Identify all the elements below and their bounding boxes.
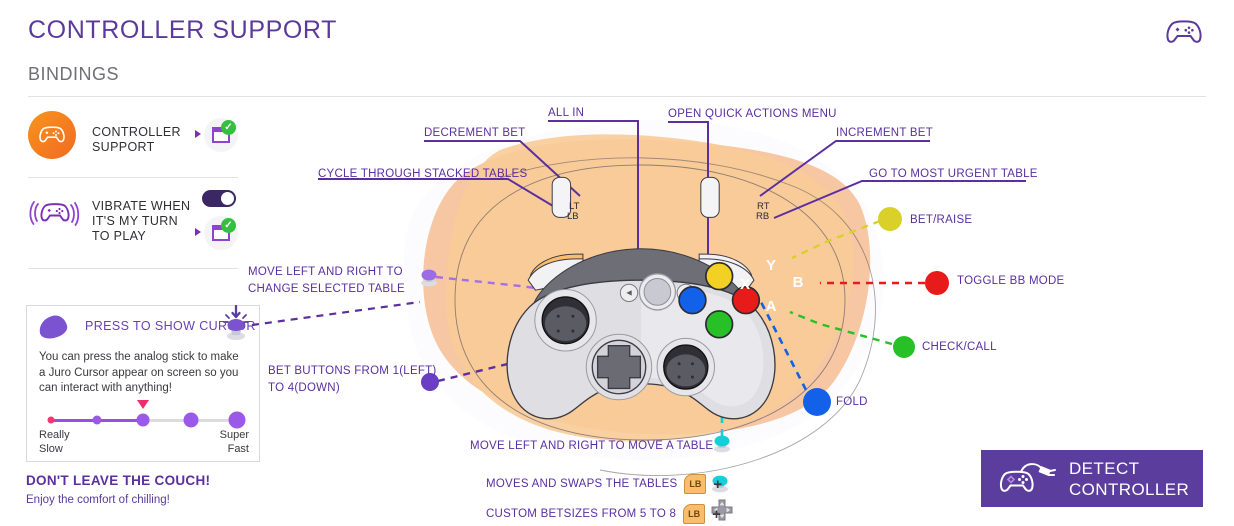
label-bet-buttons-line1: BET BUTTONS FROM 1(LEFT) (268, 365, 437, 377)
face-button-a: A (766, 298, 777, 315)
slider-dot-0[interactable] (47, 416, 55, 424)
detect-label-line1: DETECT (1069, 458, 1140, 478)
cursor-blob-icon (37, 313, 69, 341)
slider-marker-icon (137, 400, 149, 409)
gamepad-filled-icon (28, 111, 76, 159)
label-go-to-most-urgent-table: GO TO MOST URGENT TABLE (869, 168, 1038, 180)
trigger-label-rb: RB (756, 211, 769, 222)
slider-dot-2[interactable] (136, 413, 150, 427)
chevron-right-icon (195, 228, 201, 236)
label-open-quick-actions-menu: OPEN QUICK ACTIONS MENU (668, 108, 837, 120)
enabled-check-icon[interactable]: ✓ (204, 216, 238, 250)
label-toggle-bb-mode: TOGGLE BB MODE (957, 275, 1065, 287)
cursor-speed-slider[interactable] (41, 400, 247, 430)
detect-controller-button[interactable]: DETECT CONTROLLER (981, 450, 1203, 507)
slider-dot-4[interactable] (228, 411, 246, 429)
sidebar-item-label-line1: CONTROLLER (92, 125, 181, 139)
sidebar-item-label-line2: SUPPORT (92, 140, 155, 154)
slider-dot-3[interactable] (183, 412, 199, 428)
page-title: CONTROLLER SUPPORT (28, 16, 338, 44)
trigger-label-lt: LT (569, 201, 580, 212)
sidebar-item-label-line2: IT'S MY TURN (92, 214, 178, 228)
detect-label-line2: CONTROLLER (1069, 479, 1190, 499)
gamepad-icon (1164, 14, 1204, 48)
couch-subtitle: Enjoy the comfort of chilling! (26, 494, 170, 506)
gamepad-vibrate-icon (28, 192, 80, 238)
face-button-y: Y (766, 257, 776, 274)
combo-plus: + (713, 475, 723, 493)
slider-dot-1[interactable] (92, 415, 102, 425)
label-check-call: CHECK/CALL (922, 341, 997, 353)
label-all-in: ALL IN (548, 107, 585, 119)
couch-title: DON'T LEAVE THE COUCH! (26, 473, 211, 488)
sidebar-item-label-line3: TO PLAY (92, 229, 147, 243)
face-button-b: B (793, 274, 804, 291)
sidebar-item-label-line1: VIBRATE WHEN (92, 199, 191, 213)
label-moves-and-swaps-tables: MOVES AND SWAPS THE TABLES (486, 478, 678, 490)
lb-key-badge: LB (683, 504, 706, 524)
analog-stick-icon-cyan-1 (714, 435, 730, 453)
combo-row-moves-and-swaps: MOVES AND SWAPS THE TABLES LB + (486, 474, 722, 494)
sidebar-divider-2 (28, 268, 238, 269)
label-decrement-bet: DECREMENT BET (424, 127, 526, 139)
label-fold: FOLD (836, 396, 868, 408)
combo-row-custom-betsizes: CUSTOM BETSIZES FROM 5 TO 8 LB + (486, 504, 721, 524)
sidebar-item-controller-support[interactable]: CONTROLLER SUPPORT ✓ (28, 111, 238, 169)
chevron-right-icon (195, 130, 201, 138)
gamepad-plug-icon (999, 462, 1056, 492)
analog-stick-icon-purple (421, 269, 437, 287)
label-increment-bet: INCREMENT BET (836, 127, 933, 139)
label-bet-raise: BET/RAISE (910, 214, 973, 226)
enabled-check-icon[interactable]: ✓ (204, 118, 238, 152)
face-button-x: X (740, 276, 750, 293)
sidebar-item-vibrate[interactable]: VIBRATE WHEN IT'S MY TURN TO PLAY ✓ (28, 188, 238, 258)
vibrate-toggle[interactable] (202, 190, 236, 207)
slider-max-label: Super Fast (219, 429, 249, 455)
lb-key-badge: LB (684, 474, 707, 494)
label-move-left-right-change-table-line1: MOVE LEFT AND RIGHT TO (248, 266, 403, 278)
label-bet-buttons-line2: TO 4(DOWN) (268, 382, 340, 394)
analog-stick-press-icon (222, 303, 250, 343)
cursor-card-body: You can press the analog stick to make a… (39, 351, 239, 394)
trigger-label-lb: LB (567, 211, 579, 222)
trigger-label-rt: RT (757, 201, 770, 212)
section-title: BINDINGS (28, 64, 120, 84)
label-custom-betsizes: CUSTOM BETSIZES FROM 5 TO 8 (486, 508, 677, 520)
sidebar-divider-1 (28, 177, 238, 178)
slider-min-label: Really Slow (39, 429, 70, 455)
label-move-left-right-move-table: MOVE LEFT AND RIGHT TO MOVE A TABLE (470, 440, 714, 452)
label-cycle-through-stacked-tables: CYCLE THROUGH STACKED TABLES (318, 168, 528, 180)
label-move-left-right-change-table-line2: CHANGE SELECTED TABLE (248, 283, 405, 295)
header-divider (28, 96, 1206, 97)
combo-plus: + (712, 505, 721, 523)
